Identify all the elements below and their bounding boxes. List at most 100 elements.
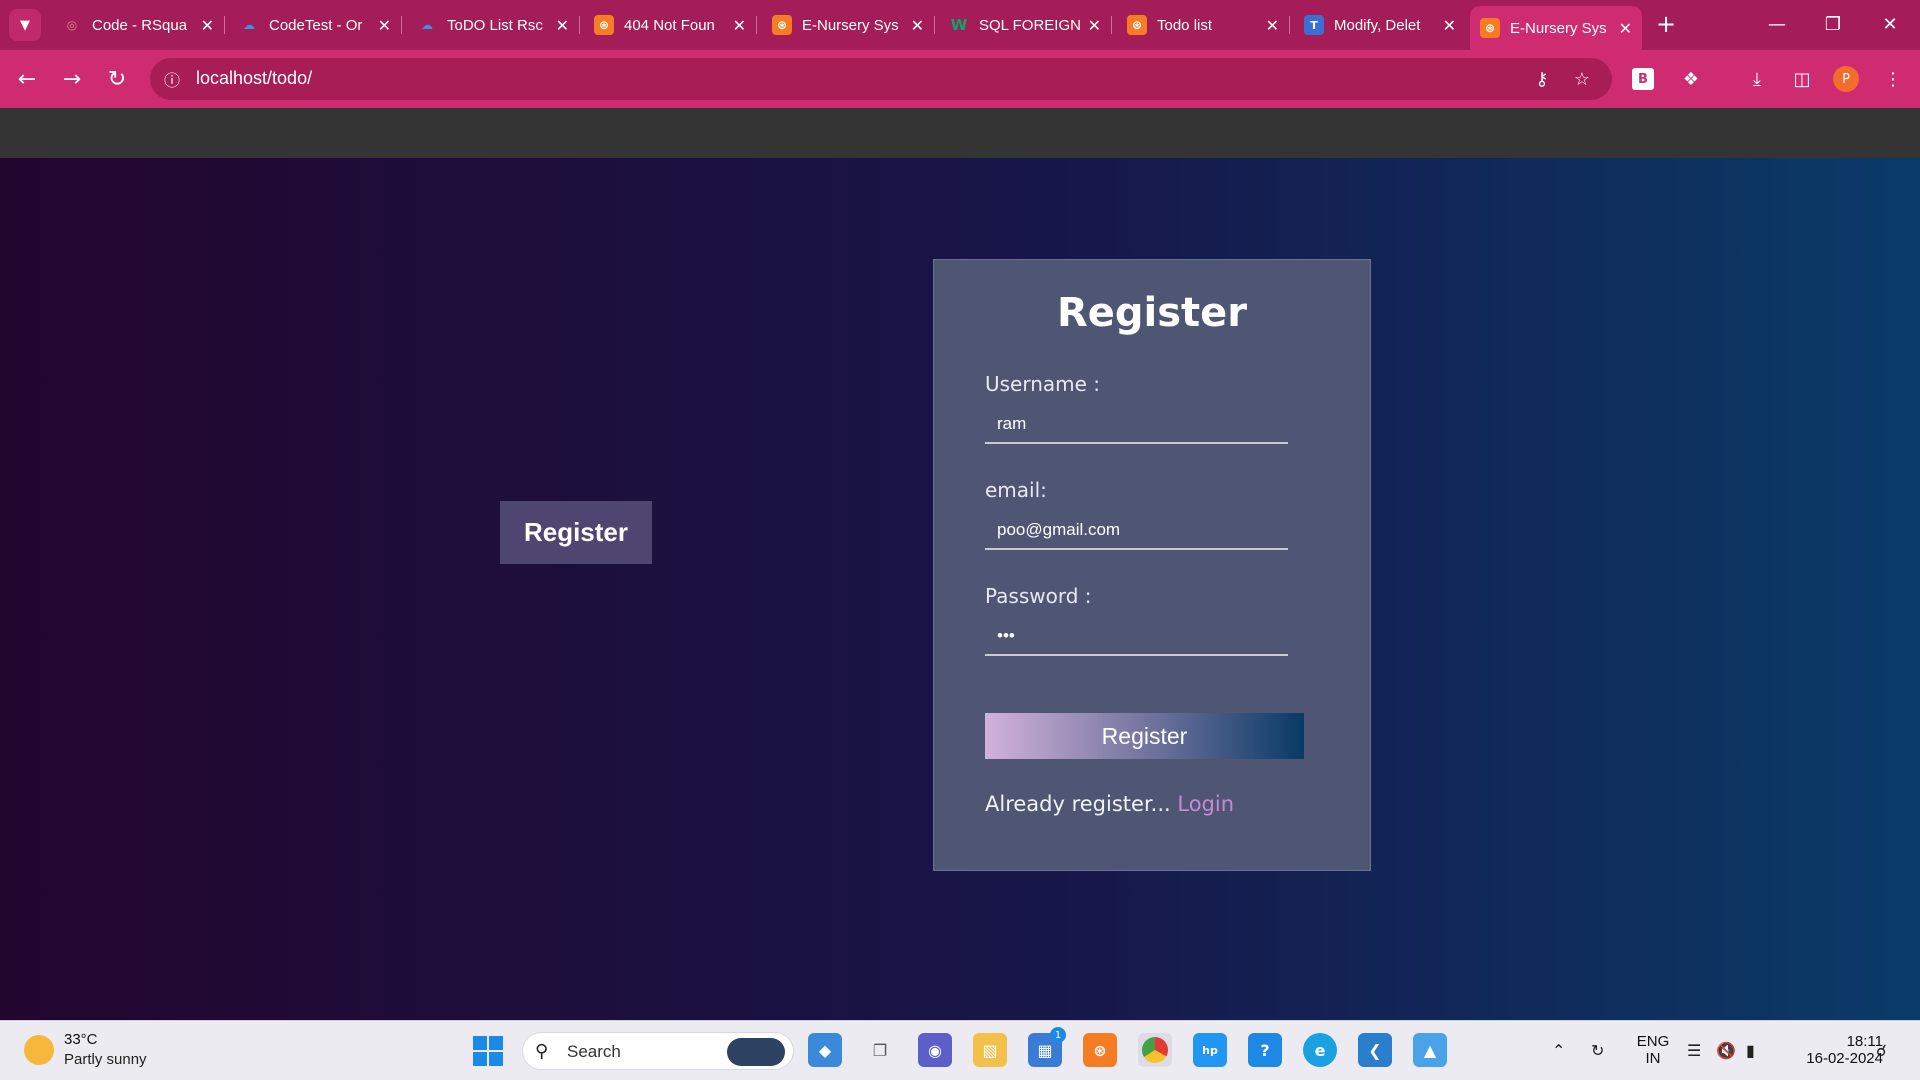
login-link[interactable]: Login bbox=[1177, 792, 1234, 816]
close-icon[interactable]: ✕ bbox=[1266, 16, 1279, 35]
search-icon: ⚲ bbox=[535, 1041, 549, 1062]
tab-title: Modify, Delet bbox=[1334, 16, 1421, 34]
tab-title: CodeTest - Or bbox=[269, 16, 363, 34]
windows-taskbar: 33°C Partly sunny ⚲ Search ◆ ❐ ◉ ▧ ▦ 1 ⊛… bbox=[0, 1020, 1920, 1080]
clock[interactable]: 18:11 16-02-2024 bbox=[1783, 1033, 1883, 1067]
extension-b-icon[interactable]: B bbox=[1632, 68, 1654, 90]
tab-separator bbox=[934, 16, 935, 34]
xampp-icon[interactable]: ⊛ bbox=[1083, 1033, 1117, 1067]
search-placeholder: Search bbox=[567, 1042, 621, 1061]
restore-button[interactable]: ❐ bbox=[1813, 8, 1853, 40]
xampp-icon: ⊛ bbox=[772, 15, 792, 35]
register-submit-button[interactable]: Register bbox=[985, 713, 1304, 759]
close-icon[interactable]: ✕ bbox=[1088, 16, 1101, 35]
profile-avatar[interactable]: P bbox=[1833, 66, 1859, 92]
tab-sql-foreign[interactable]: W SQL FOREIGN ✕ bbox=[939, 6, 1111, 44]
side-register-button[interactable]: Register bbox=[500, 501, 652, 564]
back-button[interactable]: ← bbox=[10, 62, 44, 96]
tab-title: SQL FOREIGN bbox=[979, 16, 1081, 34]
volume-muted-icon[interactable]: 🔇 bbox=[1716, 1041, 1736, 1060]
tab-title: Todo list bbox=[1157, 16, 1213, 34]
sync-icon[interactable]: ↻ bbox=[1591, 1041, 1604, 1060]
password-input[interactable] bbox=[985, 618, 1288, 656]
new-tab-button[interactable]: + bbox=[1650, 8, 1682, 40]
register-card: Register Username : email: Password : Re… bbox=[933, 259, 1371, 871]
weather-temperature: 33°C bbox=[64, 1031, 98, 1048]
tab-todo-list[interactable]: ⊛ Todo list ✕ bbox=[1117, 6, 1289, 44]
bookmark-star-icon[interactable]: ☆ bbox=[1570, 67, 1594, 91]
already-registered-label: Already register... bbox=[985, 792, 1171, 816]
tab-separator bbox=[579, 16, 580, 34]
clock-time: 18:11 bbox=[1846, 1033, 1883, 1050]
taskbar-search[interactable]: ⚲ Search bbox=[522, 1032, 794, 1070]
w3schools-icon: W bbox=[950, 16, 968, 34]
address-url[interactable]: localhost/todo/ bbox=[196, 68, 312, 89]
photos-icon[interactable]: ▲ bbox=[1413, 1033, 1447, 1067]
tab-search-button[interactable]: ▼ bbox=[9, 9, 41, 41]
menu-kebab-icon[interactable]: ⋮ bbox=[1878, 64, 1908, 94]
tab-codetest[interactable]: ☁ CodeTest - Or ✕ bbox=[229, 6, 401, 44]
tab-modify-delete[interactable]: T Modify, Delet ✕ bbox=[1294, 6, 1466, 44]
minimize-button[interactable]: — bbox=[1757, 8, 1797, 40]
show-hidden-icons-chevron-icon[interactable]: ⌃ bbox=[1552, 1041, 1565, 1060]
close-icon[interactable]: ✕ bbox=[201, 16, 214, 35]
tab-404-not-found[interactable]: ⊛ 404 Not Foun ✕ bbox=[584, 6, 756, 44]
tab-separator bbox=[756, 16, 757, 34]
tab-separator bbox=[1289, 16, 1290, 34]
page-navbar bbox=[0, 108, 1920, 158]
language-indicator[interactable]: ENG IN bbox=[1633, 1033, 1673, 1067]
myhp-icon[interactable]: hp bbox=[1193, 1033, 1227, 1067]
edge-icon[interactable]: e bbox=[1303, 1033, 1337, 1067]
password-key-icon[interactable]: ⚷ bbox=[1530, 67, 1554, 91]
side-panel-icon[interactable]: ◫ bbox=[1787, 64, 1817, 94]
close-icon[interactable]: ✕ bbox=[378, 16, 391, 35]
xampp-icon: ⊛ bbox=[1480, 18, 1500, 38]
page-body: Register Register Username : email: Pass… bbox=[0, 158, 1920, 1020]
tab-title: E-Nursery Sys bbox=[802, 16, 899, 34]
forward-button[interactable]: → bbox=[55, 62, 89, 96]
extensions-puzzle-icon[interactable]: ❖ bbox=[1676, 64, 1706, 94]
username-input[interactable] bbox=[985, 406, 1288, 444]
file-explorer-icon[interactable]: ▧ bbox=[973, 1033, 1007, 1067]
windows-start-icon[interactable] bbox=[473, 1036, 503, 1066]
close-icon[interactable]: ✕ bbox=[556, 16, 569, 35]
onedrive-icon: ☁ bbox=[243, 18, 255, 32]
email-input[interactable] bbox=[985, 512, 1288, 550]
battery-icon[interactable]: ▮ bbox=[1746, 1041, 1755, 1060]
partly-sunny-icon bbox=[24, 1035, 54, 1065]
tab-todo-list-rsc[interactable]: ☁ ToDO List Rsc ✕ bbox=[407, 6, 579, 44]
close-icon[interactable]: ✕ bbox=[1443, 16, 1456, 35]
site-info-icon[interactable]: ⓘ bbox=[160, 67, 184, 91]
vscode-icon[interactable]: ❮ bbox=[1358, 1033, 1392, 1067]
close-icon[interactable]: ✕ bbox=[911, 16, 924, 35]
window-close-button[interactable]: ✕ bbox=[1870, 8, 1910, 40]
wifi-icon[interactable]: ☰ bbox=[1687, 1041, 1701, 1060]
address-bar[interactable]: ⓘ localhost/todo/ ⚷ ☆ bbox=[150, 58, 1612, 100]
email-label: email: bbox=[985, 478, 1047, 502]
chrome-icon[interactable] bbox=[1138, 1033, 1172, 1067]
notification-bell-icon[interactable]: ☌ bbox=[1876, 1041, 1887, 1060]
tutorialspoint-icon: T bbox=[1304, 15, 1324, 35]
teams-chat-icon[interactable]: ◉ bbox=[918, 1033, 952, 1067]
browser-toolbar: ← → ↻ ⓘ localhost/todo/ ⚷ ☆ B ❖ ⤓ ◫ ⋮ bbox=[0, 50, 1920, 108]
get-help-icon[interactable]: ? bbox=[1248, 1033, 1282, 1067]
close-icon[interactable]: ✕ bbox=[1619, 19, 1632, 38]
tab-separator bbox=[401, 16, 402, 34]
tab-title: Code - RSqua bbox=[92, 16, 188, 34]
tab-e-nursery-1[interactable]: ⊛ E-Nursery Sys ✕ bbox=[762, 6, 934, 44]
store-badge: 1 bbox=[1050, 1027, 1066, 1043]
close-icon[interactable]: ✕ bbox=[733, 16, 746, 35]
tab-separator bbox=[1111, 16, 1112, 34]
reload-button[interactable]: ↻ bbox=[100, 62, 134, 96]
tab-e-nursery-active[interactable]: ⊛ E-Nursery Sys ✕ bbox=[1470, 6, 1642, 50]
onedrive-icon: ☁ bbox=[421, 18, 433, 32]
xampp-icon: ⊛ bbox=[594, 15, 614, 35]
task-view-icon[interactable]: ❐ bbox=[863, 1033, 897, 1067]
copilot-icon[interactable]: ◆ bbox=[808, 1033, 842, 1067]
search-highlight-icon bbox=[727, 1038, 785, 1066]
tab-title: ToDO List Rsc bbox=[447, 16, 543, 34]
download-icon[interactable]: ⤓ bbox=[1742, 64, 1772, 94]
tab-code-rsquare[interactable]: ◎ Code - RSqua ✕ bbox=[52, 6, 224, 44]
language-code: ENG bbox=[1636, 1033, 1670, 1050]
tab-title: 404 Not Foun bbox=[624, 16, 715, 34]
